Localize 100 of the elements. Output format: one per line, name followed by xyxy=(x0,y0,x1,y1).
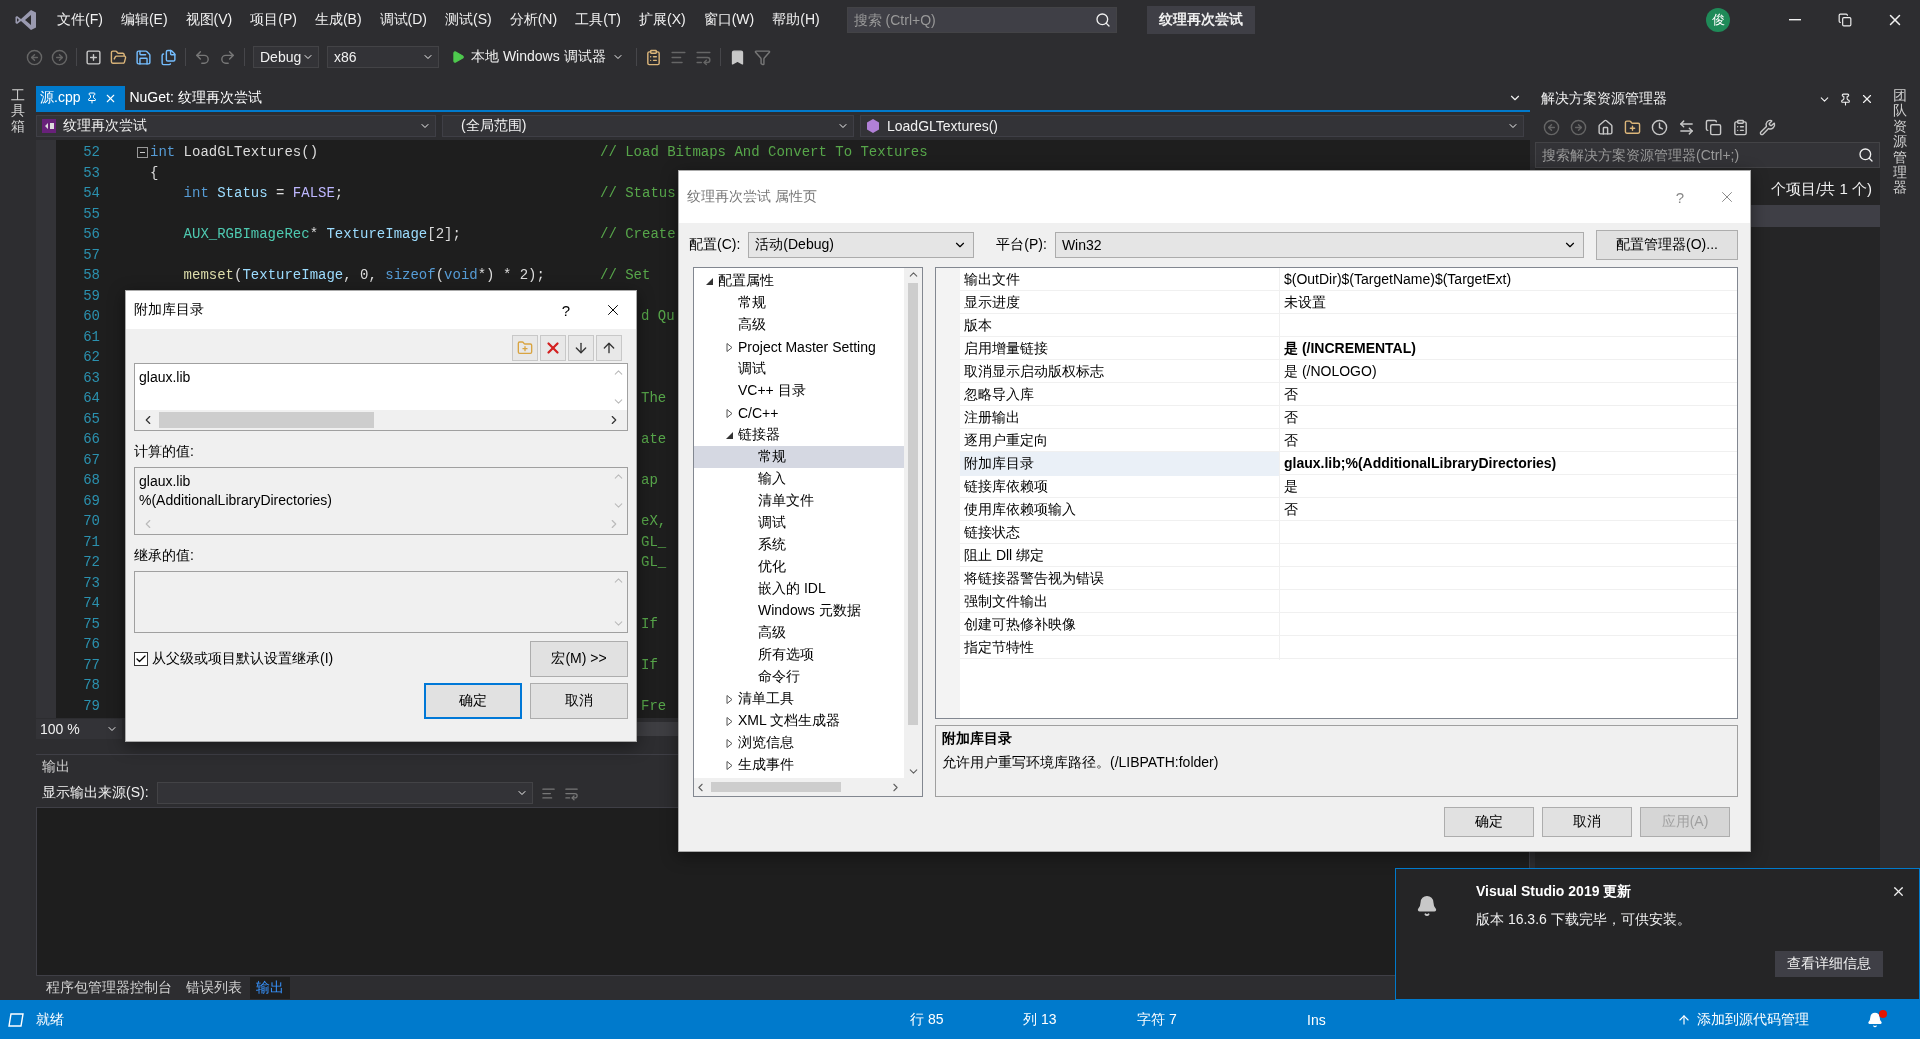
scope-dropdown[interactable]: (全局范围) xyxy=(442,115,854,137)
tree-item[interactable]: 清单工具 xyxy=(694,688,904,710)
scrollbar-thumb[interactable] xyxy=(908,283,918,725)
tree-item[interactable]: 配置属性 xyxy=(694,270,904,292)
sync-icon[interactable] xyxy=(1678,118,1695,136)
property-name[interactable]: 忽略导入库 xyxy=(960,383,1280,407)
collapse-icon[interactable] xyxy=(137,146,148,158)
run-debugger-button[interactable]: 本地 Windows 调试器 xyxy=(447,48,628,66)
back-icon[interactable] xyxy=(1543,118,1560,136)
tree-item[interactable]: Project Master Setting xyxy=(694,336,904,358)
checkbox[interactable] xyxy=(134,652,148,666)
scrollbar[interactable] xyxy=(135,410,627,430)
clock-icon[interactable] xyxy=(1651,118,1668,136)
scrollbar[interactable] xyxy=(904,268,922,778)
property-name[interactable]: 链接库依赖项 xyxy=(960,475,1280,499)
menu-item[interactable]: 视图(V) xyxy=(176,11,242,29)
undo-icon[interactable] xyxy=(194,48,211,66)
tree-item[interactable]: 调试 xyxy=(694,358,904,380)
configuration-manager-button[interactable]: 配置管理器(O)... xyxy=(1596,230,1738,260)
new-item-icon[interactable] xyxy=(85,48,102,66)
clipboard-icon[interactable] xyxy=(644,48,662,66)
property-name[interactable]: 创建可热修补映像 xyxy=(960,613,1280,637)
zoom-dropdown[interactable]: 100 % xyxy=(36,719,122,739)
save-icon[interactable] xyxy=(135,48,152,66)
avatar[interactable]: 俊 xyxy=(1706,8,1730,32)
configuration-dropdown[interactable]: Debug xyxy=(253,46,319,68)
search-field[interactable]: 搜索解决方案资源管理器(Ctrl+;) xyxy=(1535,142,1880,168)
tree-item[interactable]: 个项目/共 1 个) xyxy=(1771,180,1880,199)
app-logo[interactable] xyxy=(14,8,38,32)
configuration-dropdown[interactable]: 活动(Debug) xyxy=(748,232,975,258)
expand-toggle[interactable] xyxy=(724,694,734,704)
property-value[interactable]: $(OutDir)$(TargetName)$(TargetExt) xyxy=(1280,268,1516,292)
property-name[interactable]: 使用库依赖项输入 xyxy=(960,498,1280,522)
expand-toggle[interactable] xyxy=(724,430,734,440)
property-name[interactable]: 显示进度 xyxy=(960,291,1280,315)
property-name[interactable]: 将链接器警告视为错误 xyxy=(960,567,1280,591)
redo-icon[interactable] xyxy=(219,48,236,66)
property-value[interactable]: 是 (/INCREMENTAL) xyxy=(1280,337,1420,361)
upload-icon[interactable] xyxy=(1677,1012,1691,1027)
move-down-button[interactable] xyxy=(568,335,594,361)
dialog-button[interactable]: 确定 xyxy=(1444,807,1534,837)
scrollbar[interactable] xyxy=(694,778,922,796)
tree-item[interactable]: 所有选项 xyxy=(694,644,904,666)
macros-button[interactable]: 宏(M) >> xyxy=(530,641,628,677)
close-icon[interactable] xyxy=(1860,92,1874,106)
home-icon[interactable] xyxy=(1597,118,1614,136)
editor-tab[interactable]: NuGet: 纹理再次尝试 xyxy=(125,86,270,110)
list-entry[interactable]: glaux.lib xyxy=(139,368,191,387)
expand-toggle[interactable] xyxy=(724,342,734,352)
toolbox-tab[interactable]: 工具箱 xyxy=(11,88,25,135)
scrollbar-thumb[interactable] xyxy=(711,782,841,792)
tree-item[interactable]: 链接器 xyxy=(694,424,904,446)
tree-item[interactable]: 高级 xyxy=(694,622,904,644)
folder-icon[interactable] xyxy=(1624,118,1641,136)
bell-icon[interactable] xyxy=(1867,1011,1883,1028)
property-name[interactable]: 注册输出 xyxy=(960,406,1280,430)
property-name[interactable]: 附加库目录 xyxy=(960,452,1280,476)
tree-item[interactable]: C/C++ xyxy=(694,402,904,424)
panel-tab[interactable]: 程序包管理器控制台 xyxy=(40,977,178,999)
tree-item[interactable]: 常规 xyxy=(694,292,904,314)
menu-item[interactable]: 工具(T) xyxy=(566,11,630,29)
property-value[interactable]: 是 (/NOLOGO) xyxy=(1280,360,1381,384)
platform-dropdown[interactable]: Win32 xyxy=(1054,232,1584,258)
menu-item[interactable]: 扩展(X) xyxy=(630,11,695,29)
tree-item[interactable]: 常规 xyxy=(694,446,904,468)
wrap-icon[interactable] xyxy=(563,785,579,801)
tree-item[interactable]: 输入 xyxy=(694,468,904,490)
property-name[interactable]: 强制文件输出 xyxy=(960,590,1280,614)
property-value[interactable]: 是 xyxy=(1280,475,1302,499)
tree-item[interactable]: 清单文件 xyxy=(694,490,904,512)
property-name[interactable]: 阻止 Dll 绑定 xyxy=(960,544,1280,568)
move-up-button[interactable] xyxy=(596,335,622,361)
delete-button[interactable] xyxy=(540,335,566,361)
property-value[interactable]: 否 xyxy=(1280,498,1302,522)
property-value[interactable]: 否 xyxy=(1280,406,1302,430)
project-dropdown[interactable]: 纹理再次尝试 xyxy=(36,115,436,137)
tree-item[interactable]: 命令行 xyxy=(694,666,904,688)
property-value[interactable]: 否 xyxy=(1280,383,1302,407)
help-button[interactable]: ? xyxy=(1656,187,1704,207)
menu-item[interactable]: 调试(D) xyxy=(370,11,436,29)
property-name[interactable]: 输出文件 xyxy=(960,268,1280,292)
tree-item[interactable]: 优化 xyxy=(694,556,904,578)
forward-icon[interactable] xyxy=(51,48,68,66)
panel-tab[interactable]: 错误列表 xyxy=(180,977,248,999)
panel-tab[interactable]: 输出 xyxy=(250,977,290,999)
expand-toggle[interactable] xyxy=(704,276,714,286)
expand-toggle[interactable] xyxy=(724,716,734,726)
menu-item[interactable]: 测试(S) xyxy=(436,11,501,29)
menu-item[interactable]: 编辑(E) xyxy=(111,11,177,29)
scrollbar-thumb[interactable] xyxy=(159,412,374,428)
clipboard-icon[interactable] xyxy=(1732,118,1749,136)
property-name[interactable]: 版本 xyxy=(960,314,1280,338)
tree-item[interactable]: Windows 元数据 xyxy=(694,600,904,622)
property-value[interactable]: 未设置 xyxy=(1280,291,1330,315)
help-button[interactable]: ? xyxy=(542,300,590,320)
folder-icon[interactable] xyxy=(110,48,127,66)
pin-icon[interactable] xyxy=(1839,92,1852,106)
list-box[interactable]: glaux.lib xyxy=(134,363,628,431)
menu-item[interactable]: 生成(B) xyxy=(305,11,371,29)
team-explorer-tab[interactable]: 团队资源管理器 xyxy=(1893,88,1907,196)
